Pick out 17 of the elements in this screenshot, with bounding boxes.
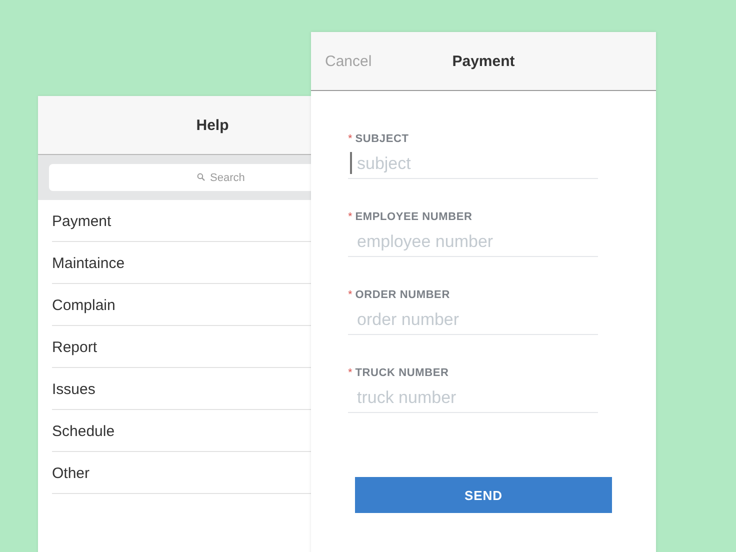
screen-title: Help <box>196 116 229 134</box>
field-label: ORDER NUMBER <box>355 289 450 301</box>
required-mark: * <box>348 289 352 301</box>
required-mark: * <box>348 367 352 379</box>
screen-title: Payment <box>452 52 515 70</box>
field-label: SUBJECT <box>355 133 409 145</box>
input-field[interactable]: subject <box>348 149 598 179</box>
input-field[interactable]: truck number <box>348 383 598 413</box>
search-icon <box>197 173 205 181</box>
search-field[interactable]: Search <box>49 164 311 191</box>
field-label: EMPLOYEE NUMBER <box>355 211 472 223</box>
send-button[interactable]: SEND <box>355 477 612 513</box>
input-field[interactable]: employee number <box>348 227 598 257</box>
input-field[interactable]: order number <box>348 305 598 335</box>
required-mark: * <box>348 133 352 145</box>
required-mark: * <box>348 211 352 223</box>
field-label: TRUCK NUMBER <box>355 367 449 379</box>
